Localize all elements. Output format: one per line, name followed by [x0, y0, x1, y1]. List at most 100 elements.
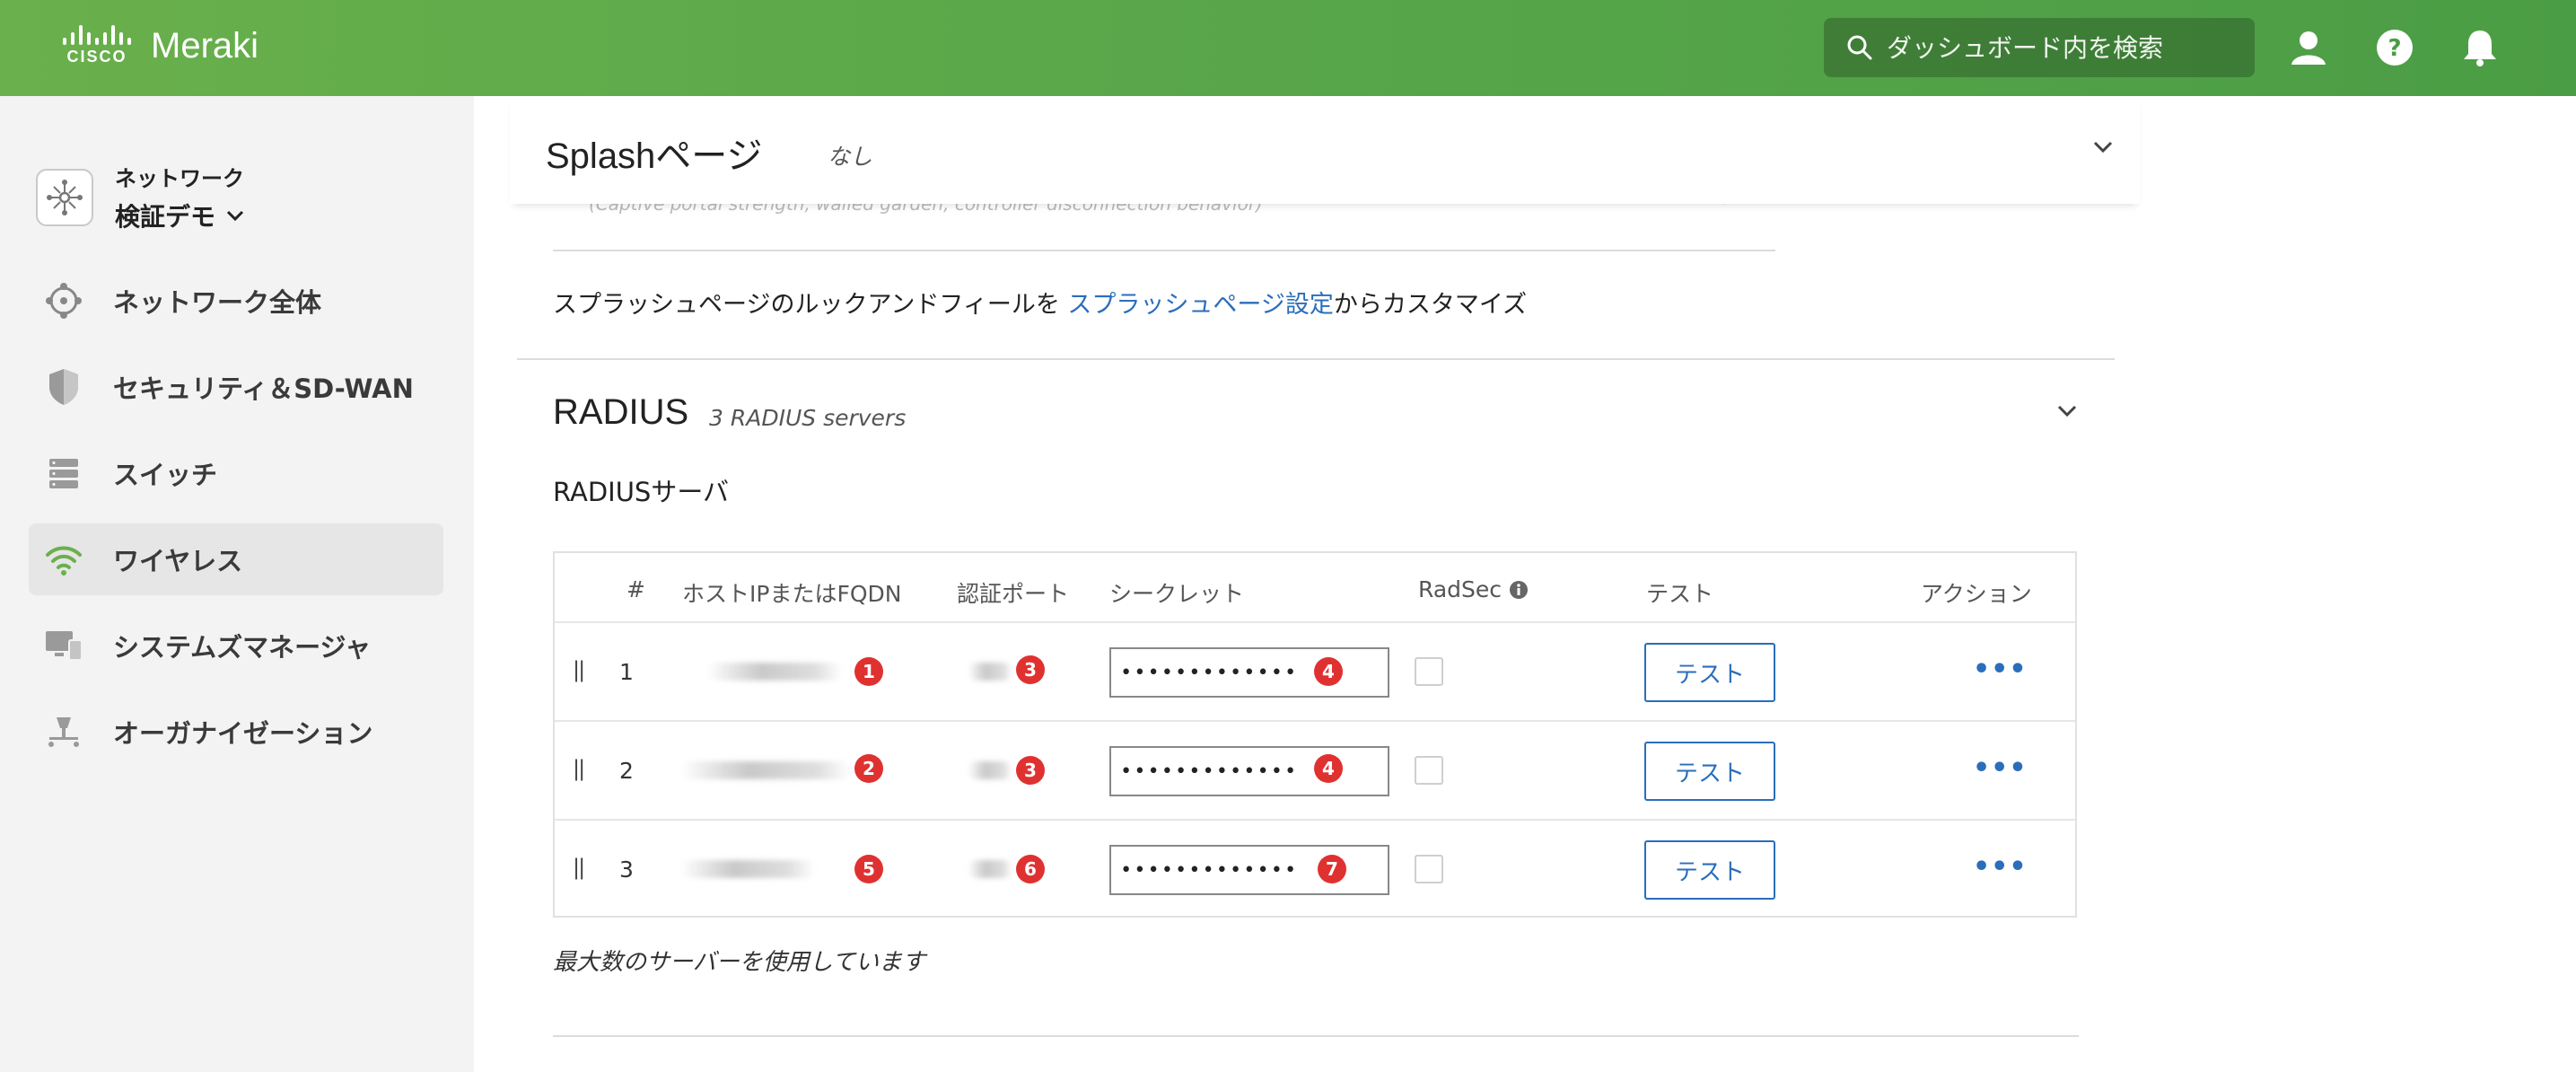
- brand-name: Meraki: [151, 25, 259, 66]
- search-icon: [1847, 35, 1872, 60]
- sidebar-item-network-wide[interactable]: ネットワーク全体: [29, 265, 443, 337]
- help-icon[interactable]: ?: [2374, 27, 2415, 68]
- table-row: || 3 5 6 7 テスト •••: [555, 819, 2075, 918]
- splash-settings-link[interactable]: スプラッシュページ設定: [1067, 291, 1333, 319]
- radsec-checkbox[interactable]: [1415, 855, 1443, 883]
- annotation-badge: 4: [1314, 754, 1343, 783]
- sidebar-item-switch[interactable]: スイッチ: [29, 437, 443, 509]
- svg-text:?: ?: [2388, 35, 2401, 62]
- splash-title: Splashページ: [546, 136, 763, 176]
- sidebar-item-label: スイッチ: [113, 460, 218, 490]
- radius-summary: 3 RADIUS servers: [709, 405, 907, 431]
- col-header-secret: シークレット: [1109, 581, 1245, 607]
- chevron-down-icon[interactable]: [2054, 398, 2081, 425]
- annotation-badge: 3: [1016, 655, 1045, 684]
- splash-customize-text: スプラッシュページのルックアンドフィールを スプラッシュページ設定からカスタマイ…: [553, 285, 1527, 320]
- dashboard-search[interactable]: [1824, 18, 2255, 77]
- radsec-label: RadSec: [1418, 576, 1503, 602]
- user-icon[interactable]: [2288, 27, 2329, 68]
- col-header-action: アクション: [1921, 581, 2032, 607]
- redacted-host: [680, 761, 851, 779]
- col-header-host: ホストIPまたはFQDN: [682, 581, 902, 607]
- cisco-bars-icon: [63, 25, 131, 45]
- divider: [553, 250, 1775, 251]
- table-row: || 1 1 3 4 テスト •••: [555, 621, 2075, 720]
- sidebar: ネットワーク 検証デモ ネットワーク全体 セキュリティ＆SD-WAN スイッチ …: [0, 96, 474, 1072]
- annotation-badge: 4: [1314, 657, 1343, 686]
- annotation-badge: 1: [854, 657, 883, 686]
- devices-icon: [43, 625, 84, 666]
- chevron-down-icon[interactable]: [2090, 134, 2116, 161]
- col-header-port: 認証ポート: [957, 581, 1070, 607]
- divider: [553, 1035, 2079, 1037]
- cisco-logo: CISCO: [63, 25, 131, 66]
- network-hub-icon: [36, 168, 93, 226]
- test-button[interactable]: テスト: [1644, 840, 1775, 900]
- test-button[interactable]: テスト: [1644, 742, 1775, 801]
- wifi-icon: [43, 539, 84, 580]
- redacted-host: [680, 860, 815, 878]
- secret-input[interactable]: [1109, 845, 1389, 895]
- network-label: ネットワーク: [115, 166, 244, 191]
- network-selector[interactable]: ネットワーク 検証デモ: [36, 161, 244, 233]
- more-actions-icon[interactable]: •••: [1973, 654, 2028, 685]
- col-header-radsec: RadSec: [1418, 576, 1529, 602]
- drag-handle-icon[interactable]: ||: [573, 756, 585, 781]
- sidebar-item-label: ネットワーク全体: [113, 287, 322, 318]
- sidebar-item-label: オーガナイゼーション: [113, 718, 373, 749]
- sidebar-item-systems-manager[interactable]: システムズマネージャ: [29, 610, 443, 681]
- annotation-badge: 3: [1016, 756, 1045, 785]
- sidebar-item-label: ワイヤレス: [113, 546, 243, 576]
- row-number: 1: [619, 659, 634, 685]
- redacted-port: [968, 761, 1012, 779]
- info-icon[interactable]: [1509, 580, 1529, 600]
- sidebar-item-organization[interactable]: オーガナイゼーション: [29, 696, 443, 768]
- annotation-badge: 2: [854, 754, 883, 783]
- radsec-checkbox[interactable]: [1415, 657, 1443, 686]
- secret-input[interactable]: [1109, 746, 1389, 796]
- section-divider: [517, 358, 2115, 360]
- drag-handle-icon[interactable]: ||: [573, 855, 585, 880]
- table-row: || 2 2 3 4 テスト •••: [555, 720, 2075, 819]
- sidebar-item-label: セキュリティ＆SD-WAN: [113, 373, 414, 404]
- test-button[interactable]: テスト: [1644, 643, 1775, 702]
- drag-handle-icon[interactable]: ||: [573, 657, 585, 682]
- shield-icon: [43, 366, 84, 408]
- cisco-wordmark: CISCO: [66, 48, 127, 66]
- redacted-port: [968, 663, 1012, 681]
- radsec-checkbox[interactable]: [1415, 756, 1443, 785]
- top-bar: CISCO Meraki ?: [0, 0, 2576, 96]
- network-name[interactable]: 検証デモ: [115, 198, 244, 233]
- row-number: 3: [619, 857, 634, 883]
- sidebar-item-wireless[interactable]: ワイヤレス: [29, 523, 443, 595]
- org-icon: [43, 711, 84, 752]
- chevron-down-icon: [226, 210, 244, 222]
- splash-status: なし: [828, 144, 873, 170]
- network-name-text: 検証デモ: [115, 202, 216, 232]
- max-servers-note: 最大数のサーバーを使用しています: [553, 949, 925, 976]
- radius-servers-label: RADIUSサーバ: [553, 477, 730, 507]
- more-actions-icon[interactable]: •••: [1973, 851, 2028, 883]
- network-icon: [43, 280, 84, 321]
- annotation-badge: 7: [1318, 855, 1346, 883]
- row-number: 2: [619, 758, 634, 784]
- customize-suffix: からカスタマイズ: [1333, 291, 1528, 319]
- notification-bell-icon[interactable]: [2459, 27, 2501, 68]
- annotation-badge: 5: [854, 855, 883, 883]
- col-header-test: テスト: [1646, 581, 1714, 607]
- search-input[interactable]: [1887, 32, 2246, 63]
- switch-icon: [43, 453, 84, 494]
- annotation-badge: 6: [1016, 855, 1045, 883]
- sidebar-item-security-sdwan[interactable]: セキュリティ＆SD-WAN: [29, 351, 443, 423]
- redacted-port: [968, 860, 1012, 878]
- more-actions-icon[interactable]: •••: [1973, 752, 2028, 784]
- splash-section-header[interactable]: Splashページ なし: [510, 96, 2140, 204]
- customize-prefix: スプラッシュページのルックアンドフィールを: [553, 291, 1068, 319]
- secret-input[interactable]: [1109, 647, 1389, 698]
- meraki-logo[interactable]: CISCO Meraki: [63, 25, 258, 66]
- col-header-num: #: [626, 576, 645, 602]
- main-content: (Captive portal strength, walled garden,…: [474, 96, 2576, 1072]
- radius-title: RADIUS: [553, 392, 689, 432]
- redacted-host: [707, 663, 842, 681]
- sidebar-item-label: システムズマネージャ: [113, 632, 372, 663]
